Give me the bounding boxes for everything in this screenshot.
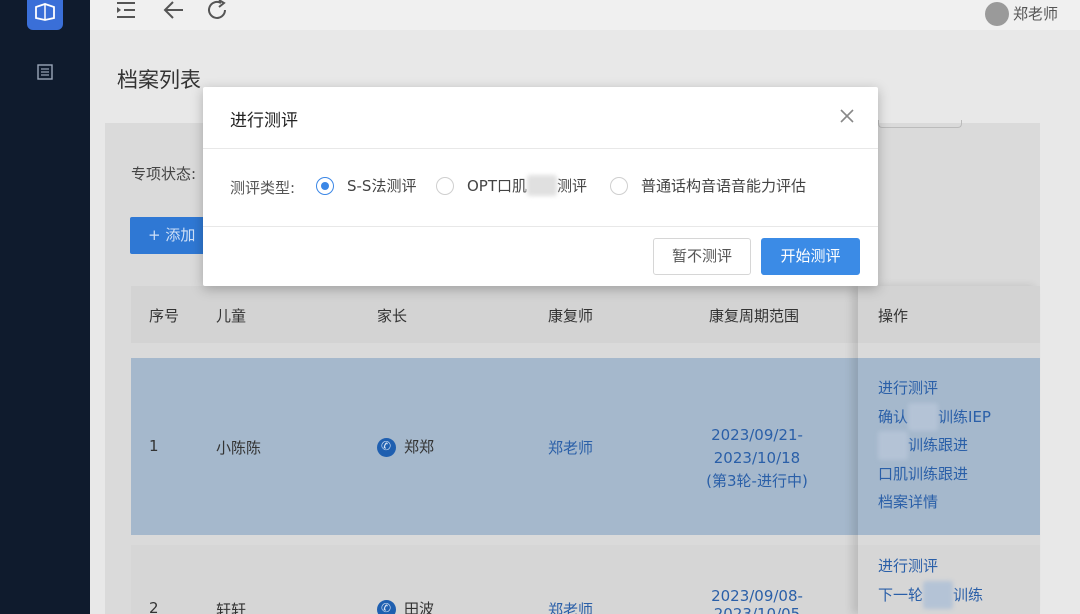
radio-unchecked-icon[interactable] — [436, 176, 454, 195]
add-button[interactable]: + 添加 — [130, 217, 210, 254]
filter-label: 专项状态: — [131, 165, 197, 183]
col-parent: 家长 — [377, 307, 408, 325]
back-arrow-icon[interactable] — [162, 0, 186, 22]
top-header: 郑老师 — [90, 0, 1080, 30]
radio-mandarin-assess[interactable]: 普通话构音语音能力评估 — [610, 175, 806, 196]
search-box[interactable] — [878, 120, 962, 128]
row-therapist[interactable]: 郑老师 — [548, 599, 593, 614]
user-name: 郑老师 — [1012, 4, 1058, 23]
app-logo-icon[interactable] — [27, 0, 63, 30]
radio-label: 普通话构音语音能力评估 — [641, 177, 807, 195]
assess-dialog: 进行测评 测评类型: S-S法测评 OPT口肌疗法测评 普通话构音语音能力评估 … — [203, 87, 878, 286]
radio-ss-assess[interactable]: S-S法测评 — [316, 175, 416, 196]
actions-column-shadow — [858, 286, 1040, 614]
phone-icon[interactable] — [377, 438, 396, 457]
dialog-title: 进行测评 — [230, 111, 298, 131]
radio-opt-assess[interactable]: OPT口肌疗法测评 — [436, 175, 587, 196]
archive-list-icon[interactable] — [36, 63, 54, 81]
radio-label: S-S法测评 — [347, 177, 417, 195]
parent-name: 田波 — [404, 600, 435, 614]
menu-collapse-icon[interactable] — [114, 0, 138, 22]
col-period: 康复周期范围 — [709, 307, 800, 325]
row-parent: 田波 — [377, 598, 434, 614]
radio-label-suffix: 测评 — [557, 177, 588, 195]
radio-unchecked-icon[interactable] — [610, 176, 628, 195]
row-child: 轩轩 — [216, 601, 247, 614]
assess-type-label: 测评类型: — [230, 179, 296, 197]
redacted-text: 疗法 — [527, 175, 558, 196]
divider — [203, 148, 878, 149]
row-index: 1 — [149, 437, 159, 455]
avatar — [984, 2, 1009, 26]
period-status: (第3轮-进行中) — [706, 472, 808, 490]
divider — [203, 226, 878, 227]
sidebar — [0, 0, 90, 614]
plus-icon: + — [148, 226, 166, 244]
add-button-label: 添加 — [165, 226, 196, 244]
col-therapist: 康复师 — [548, 307, 594, 325]
phone-icon[interactable] — [377, 600, 396, 614]
row-period: 2023/09/08-2023/10/05 — [711, 587, 803, 614]
skip-assess-button[interactable]: 暂不测评 — [653, 238, 751, 275]
row-index: 2 — [149, 599, 159, 614]
refresh-icon[interactable] — [206, 0, 230, 22]
col-index: 序号 — [149, 307, 180, 325]
parent-name: 郑郑 — [404, 438, 435, 456]
radio-label-prefix: OPT口肌 — [467, 177, 528, 195]
start-assess-button[interactable]: 开始测评 — [761, 238, 860, 275]
radio-checked-icon[interactable] — [316, 176, 334, 195]
row-child: 小陈陈 — [216, 439, 262, 457]
close-icon[interactable] — [838, 107, 856, 125]
row-therapist[interactable]: 郑老师 — [548, 437, 593, 458]
user-menu[interactable]: 郑老师 — [984, 0, 1058, 26]
period-range: 2023/09/21-2023/10/18 — [711, 426, 803, 467]
col-child: 儿童 — [216, 307, 247, 325]
row-period: 2023/09/21-2023/10/18 (第3轮-进行中) — [670, 424, 844, 493]
page-title: 档案列表 — [117, 68, 201, 92]
row-parent: 郑郑 — [377, 436, 434, 457]
